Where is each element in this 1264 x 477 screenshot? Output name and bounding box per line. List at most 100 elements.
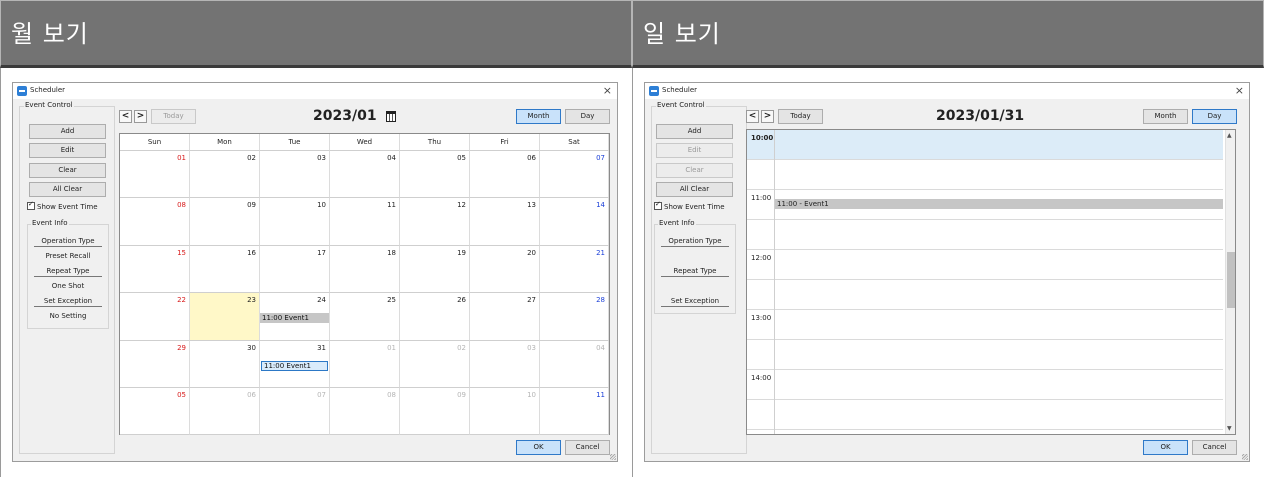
day-cell[interactable]: 17 [260, 245, 330, 294]
event-item[interactable]: 11:00 - Event1 [775, 199, 1223, 209]
day-cell[interactable]: 01 [120, 151, 190, 199]
next-month-button[interactable]: > [134, 110, 147, 123]
vertical-scrollbar[interactable]: ▲ ▼ [1225, 130, 1235, 434]
day-cell[interactable]: 20 [470, 245, 540, 294]
all-clear-button[interactable]: All Clear [29, 182, 106, 197]
day-cell[interactable]: 06 [190, 388, 260, 436]
day-cell[interactable]: 13 [470, 198, 540, 246]
time-slot[interactable] [747, 160, 1223, 190]
scrollbar-thumb[interactable] [1227, 252, 1235, 308]
show-event-time-checkbox[interactable]: Show Event Time [654, 200, 744, 211]
scroll-down-icon[interactable]: ▼ [1227, 425, 1232, 432]
day-number: 03 [317, 154, 326, 162]
day-cell[interactable]: 21 [540, 245, 609, 294]
day-cell[interactable]: 04 [330, 151, 400, 199]
day-cell[interactable]: 12 [400, 198, 470, 246]
day-cell[interactable]: 11 [540, 388, 609, 436]
today-button[interactable]: Today [778, 109, 823, 124]
day-number: 22 [177, 296, 186, 305]
day-cell[interactable]: 16 [190, 245, 260, 294]
day-cell[interactable]: 04 [540, 340, 609, 388]
time-slot[interactable] [747, 280, 1223, 310]
time-slot[interactable] [747, 130, 1223, 160]
day-cell[interactable]: 10 [470, 388, 540, 436]
time-slot[interactable] [747, 340, 1223, 370]
day-cell[interactable]: 11 [330, 198, 400, 246]
cancel-button[interactable]: Cancel [565, 440, 610, 455]
add-button[interactable]: Add [656, 124, 733, 139]
event-info-group: Event Info Operation Type Preset Recall … [27, 219, 109, 329]
day-cell[interactable]: 10 [260, 198, 330, 246]
day-cell[interactable]: 08 [120, 198, 190, 246]
prev-month-button[interactable]: < [119, 110, 132, 123]
day-cell[interactable]: 27 [470, 293, 540, 341]
day-number: 01 [387, 343, 396, 352]
today-button[interactable]: Today [151, 109, 196, 124]
edit-button[interactable]: Edit [656, 143, 733, 158]
scroll-up-icon[interactable]: ▲ [1227, 132, 1232, 139]
day-cell[interactable]: 24 11:00 Event1 [260, 293, 330, 341]
day-cell[interactable]: 30 [190, 340, 260, 388]
month-view-button[interactable]: Month [516, 109, 561, 124]
day-cell[interactable]: 15 [120, 245, 190, 294]
cancel-button[interactable]: Cancel [1192, 440, 1237, 455]
day-cell[interactable]: 08 [330, 388, 400, 436]
day-cell[interactable]: 18 [330, 245, 400, 294]
ok-button[interactable]: OK [516, 440, 561, 455]
day-cell[interactable]: 06 [470, 151, 540, 199]
time-slot[interactable] [747, 400, 1223, 430]
clear-button[interactable]: Clear [29, 163, 106, 178]
next-day-button[interactable]: > [761, 110, 774, 123]
ok-button[interactable]: OK [1143, 440, 1188, 455]
day-cell[interactable]: 26 [400, 293, 470, 341]
day-cell[interactable]: 23 [190, 293, 260, 341]
close-icon[interactable]: × [603, 84, 612, 97]
event-item[interactable]: 11:00 Event1 [260, 313, 329, 324]
day-cell[interactable]: 31 11:00 Event1 [260, 340, 330, 388]
edit-button[interactable]: Edit [29, 143, 106, 158]
day-number: 01 [177, 154, 186, 162]
clear-button[interactable]: Clear [656, 163, 733, 178]
day-cell[interactable]: 09 [400, 388, 470, 436]
day-cell[interactable]: 09 [190, 198, 260, 246]
day-cell[interactable]: 14 [540, 198, 609, 246]
time-label: 13:00 [751, 314, 772, 322]
day-cell[interactable]: 03 [260, 151, 330, 199]
day-cell[interactable]: 01 [330, 340, 400, 388]
scheduler-dialog-day: Scheduler × Event Control Add Edit Clear… [644, 82, 1250, 462]
day-number: 09 [247, 201, 256, 210]
day-cell[interactable]: 19 [400, 245, 470, 294]
day-schedule-grid[interactable]: ▲ ▼ 10:00 11:00 12:00 13:00 14:00 11:00 - Eve… [746, 129, 1236, 435]
close-icon[interactable]: × [1235, 84, 1244, 97]
day-cell[interactable]: 02 [190, 151, 260, 199]
resize-grip[interactable] [1242, 454, 1248, 460]
add-button[interactable]: Add [29, 124, 106, 139]
day-cell[interactable]: 25 [330, 293, 400, 341]
day-number: 02 [457, 343, 466, 352]
weekday-header: Wed [330, 134, 400, 151]
prev-day-button[interactable]: < [746, 110, 759, 123]
month-view-button[interactable]: Month [1143, 109, 1188, 124]
time-slot[interactable] [747, 310, 1223, 340]
resize-grip[interactable] [610, 454, 616, 460]
all-clear-button[interactable]: All Clear [656, 182, 733, 197]
show-event-time-checkbox[interactable]: Show Event Time [27, 200, 117, 211]
day-cell[interactable]: 29 [120, 340, 190, 388]
day-view-button[interactable]: Day [565, 109, 610, 124]
day-cell[interactable]: 07 [260, 388, 330, 436]
time-slot[interactable] [747, 370, 1223, 400]
day-cell[interactable]: 28 [540, 293, 609, 341]
day-number: 29 [177, 343, 186, 352]
day-view-button[interactable]: Day [1192, 109, 1237, 124]
event-item[interactable]: 11:00 Event1 [261, 360, 328, 371]
day-number: 20 [527, 248, 536, 257]
time-slot[interactable] [747, 220, 1223, 250]
day-cell[interactable]: 05 [400, 151, 470, 199]
time-slot[interactable] [747, 250, 1223, 280]
day-cell[interactable]: 02 [400, 340, 470, 388]
day-cell[interactable]: 05 [120, 388, 190, 436]
day-cell[interactable]: 07 [540, 151, 609, 199]
day-cell[interactable]: 03 [470, 340, 540, 388]
calendar-icon[interactable] [386, 111, 396, 122]
day-cell[interactable]: 22 [120, 293, 190, 341]
